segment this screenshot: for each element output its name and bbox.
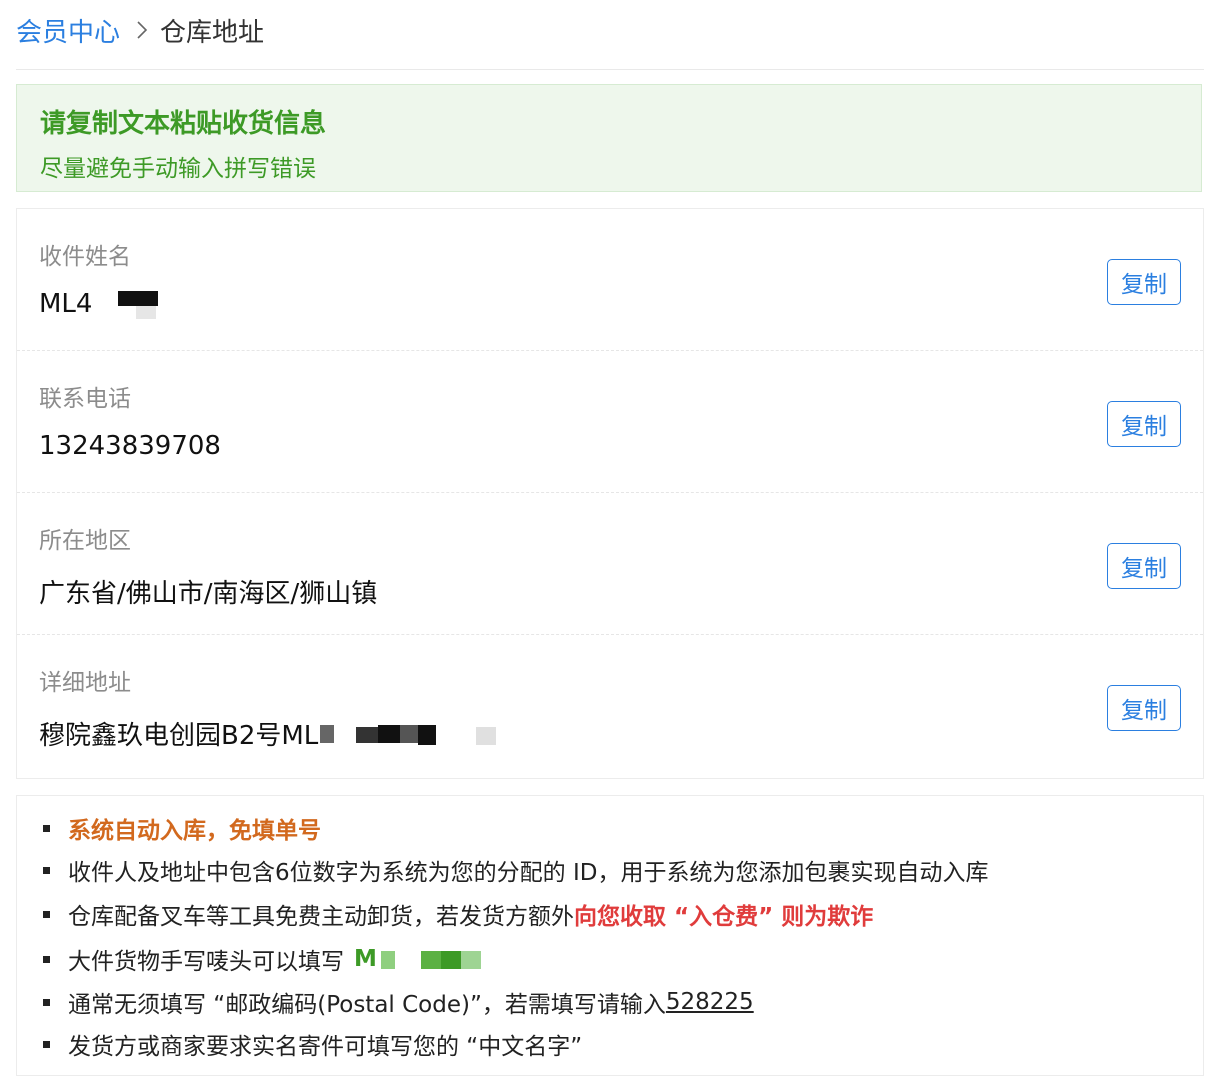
field-value-text: 穆院鑫玖电创园B2号ML — [39, 721, 319, 751]
field-label: 详细地址 — [39, 670, 131, 696]
warehouse-address-page: 会员中心 仓库地址 请复制文本粘贴收货信息 尽量避免手动输入拼写错误 收件姓名 … — [0, 0, 1210, 1076]
bullet-icon — [43, 824, 50, 832]
chevron-right-icon — [136, 20, 148, 40]
bullet-icon — [43, 998, 50, 1006]
field-row-phone: 联系电话 13243839708 复制 — [17, 351, 1203, 493]
field-value-text: 13243839708 — [39, 431, 221, 461]
postal-code-value[interactable]: 528225 — [666, 989, 754, 1015]
tips-card: 系统自动入库，免填单号 收件人及地址中包含6位数字为系统为您的分配的 ID，用于… — [16, 795, 1204, 1076]
field-value-text: 广东省/佛山市/南海区/狮山镇 — [39, 579, 378, 609]
breadcrumb-member-center-link[interactable]: 会员中心 — [16, 12, 120, 49]
tip-item: 仓库配备叉车等工具免费主动卸货，若发货方额外 向您收取 “入仓费” 则为欺诈 — [43, 899, 874, 930]
notice-banner: 请复制文本粘贴收货信息 尽量避免手动输入拼写错误 — [16, 84, 1202, 192]
breadcrumb: 会员中心 仓库地址 — [16, 10, 264, 50]
field-value-region[interactable]: 广东省/佛山市/南海区/狮山镇 — [39, 573, 377, 610]
bullet-icon — [43, 1040, 50, 1048]
tip-warning-text: 向您收取 “入仓费” 则为欺诈 — [574, 904, 874, 930]
tip-text: 收件人及地址中包含6位数字为系统为您的分配的 ID，用于系统为您添加包裹实现自动… — [68, 860, 989, 886]
bullet-icon — [43, 955, 50, 963]
field-value-text: ML4 — [39, 289, 93, 319]
field-row-region: 所在地区 广东省/佛山市/南海区/狮山镇 复制 — [17, 493, 1203, 635]
tip-item: 大件货物手写唛头可以填写 M — [43, 944, 481, 975]
tip-item: 系统自动入库，免填单号 — [43, 813, 321, 844]
field-label: 收件姓名 — [39, 244, 131, 270]
redacted-mark — [114, 289, 174, 319]
notice-subtitle: 尽量避免手动输入拼写错误 — [40, 156, 316, 182]
tip-text: 通常无须填写 “邮政编码(Postal Code)”，若需填写请输入 — [68, 992, 666, 1018]
field-row-recipient-name: 收件姓名 ML4 复制 — [17, 209, 1203, 351]
copy-name-button[interactable]: 复制 — [1107, 259, 1181, 305]
copy-region-button[interactable]: 复制 — [1107, 543, 1181, 589]
tip-text: 仓库配备叉车等工具免费主动卸货，若发货方额外 — [68, 904, 574, 930]
field-value-detailed-address[interactable]: 穆院鑫玖电创园B2号ML — [39, 715, 506, 752]
copy-address-button[interactable]: 复制 — [1107, 685, 1181, 731]
tip-text: 系统自动入库，免填单号 — [68, 818, 321, 844]
field-value-recipient-name[interactable]: ML4 — [39, 289, 174, 319]
tip-item: 通常无须填写 “邮政编码(Postal Code)”，若需填写请输入 52822… — [43, 987, 754, 1018]
redacted-mark — [380, 949, 481, 969]
notice-title: 请复制文本粘贴收货信息 — [40, 109, 327, 139]
field-label: 联系电话 — [39, 386, 131, 412]
field-value-phone[interactable]: 13243839708 — [39, 431, 221, 461]
bullet-icon — [43, 866, 50, 874]
field-row-detailed-address: 详细地址 穆院鑫玖电创园B2号ML 复制 — [17, 635, 1203, 777]
shipping-mark-code: M — [354, 946, 377, 972]
tip-item: 发货方或商家要求实名寄件可填写您的 “中文名字” — [43, 1029, 583, 1060]
address-info-card: 收件姓名 ML4 复制 联系电话 13243839708 复制 所在地区 广东省… — [16, 208, 1204, 779]
copy-phone-button[interactable]: 复制 — [1107, 401, 1181, 447]
bullet-icon — [43, 910, 50, 918]
tip-item: 收件人及地址中包含6位数字为系统为您的分配的 ID，用于系统为您添加包裹实现自动… — [43, 855, 989, 886]
tip-text: 大件货物手写唛头可以填写 — [68, 949, 344, 975]
header-divider — [16, 69, 1204, 70]
breadcrumb-current: 仓库地址 — [160, 17, 265, 48]
field-label: 所在地区 — [39, 528, 131, 554]
tip-text: 发货方或商家要求实名寄件可填写您的 “中文名字” — [68, 1034, 583, 1060]
redacted-mark — [320, 719, 506, 749]
